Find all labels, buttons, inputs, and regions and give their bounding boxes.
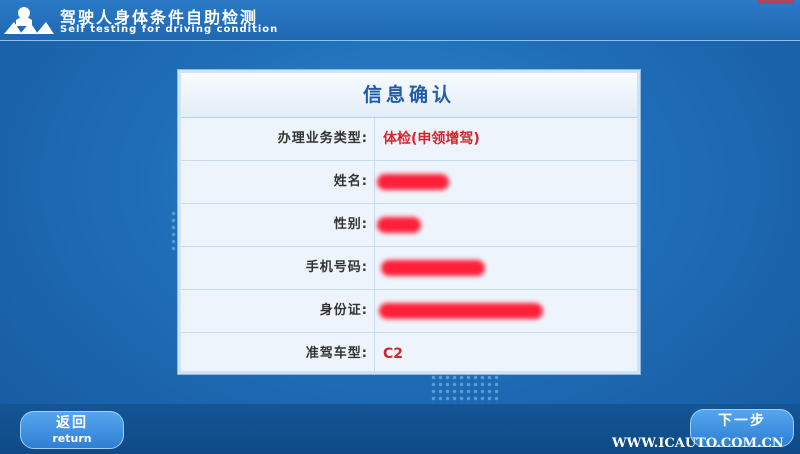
return-label-zh: 返回 (56, 415, 88, 431)
info-confirm-panel: 信息确认 办理业务类型: 体检(申领增驾) 姓名: 性别: 手机号码: 身份证:… (178, 70, 640, 375)
label-id-card: 身份证: (181, 290, 375, 332)
row-business-type: 办理业务类型: 体检(申领增驾) (181, 118, 637, 161)
value-license-class: C2 (383, 346, 404, 362)
row-phone: 手机号码: (181, 247, 637, 290)
value-id-card (375, 290, 637, 332)
redaction-mark (377, 174, 449, 190)
row-id-card: 身份证: (181, 290, 637, 333)
app-subtitle: Self testing for driving condition (60, 24, 279, 35)
value-business-type: 体检(申领增驾) (383, 131, 480, 147)
watermark: WWW.ICAUTO.COM.CN (612, 436, 784, 451)
label-license-class: 准驾车型: (181, 333, 375, 375)
panel-title: 信息确认 (181, 73, 637, 118)
label-business-type: 办理业务类型: (181, 118, 375, 160)
value-phone (375, 247, 637, 289)
row-license-class: 准驾车型: C2 (181, 333, 637, 375)
return-label-en: return (52, 432, 92, 445)
app-header: 驾驶人身体条件自助检测 Self testing for driving con… (0, 0, 800, 41)
corner-mark (758, 0, 794, 4)
redaction-mark (377, 217, 421, 233)
label-name: 姓名: (181, 161, 375, 203)
return-button[interactable]: 返回 return (20, 411, 124, 449)
redaction-mark (381, 260, 485, 276)
label-phone: 手机号码: (181, 247, 375, 289)
value-name (375, 161, 637, 203)
logo (4, 7, 54, 34)
value-gender (375, 204, 637, 246)
next-label-zh: 下一步 (718, 413, 766, 429)
row-gender: 性别: (181, 204, 637, 247)
label-gender: 性别: (181, 204, 375, 246)
row-name: 姓名: (181, 161, 637, 204)
redaction-mark (379, 303, 543, 319)
